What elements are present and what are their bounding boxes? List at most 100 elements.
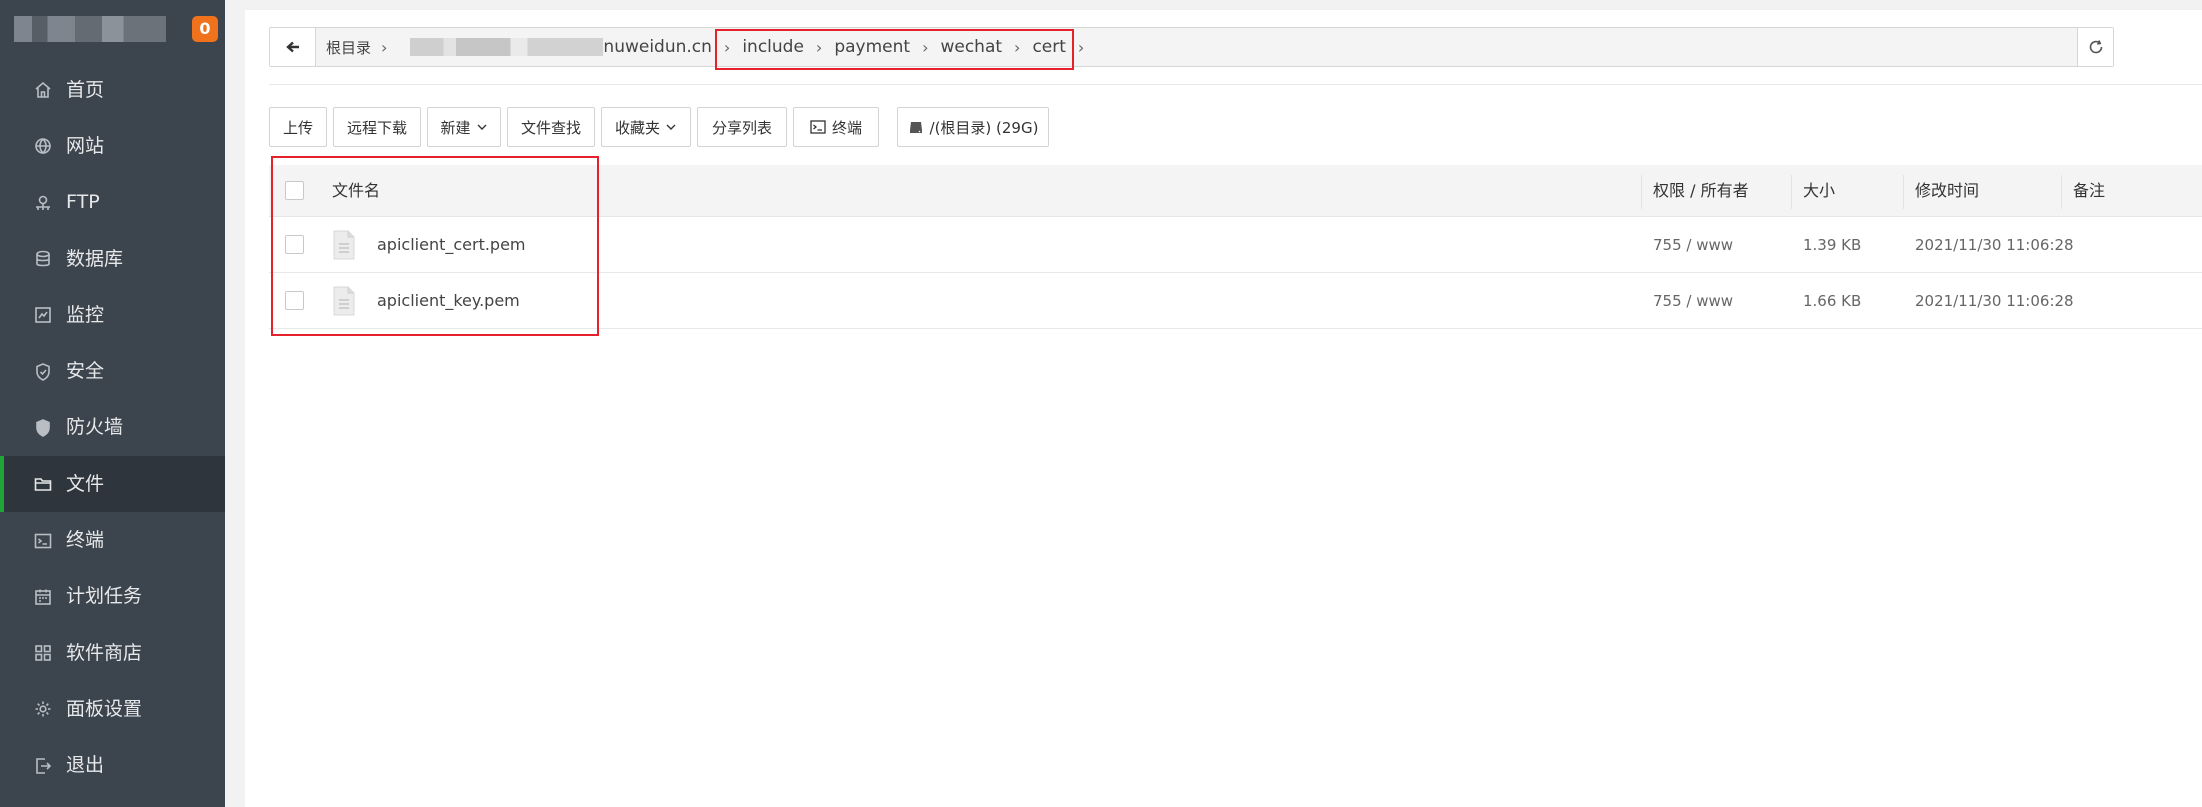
column-divider bbox=[1903, 175, 1904, 209]
breadcrumb-domain[interactable]: nuweidun.cn › bbox=[603, 28, 742, 66]
terminal-button[interactable]: 终端 bbox=[793, 107, 879, 147]
sidebar-item-database[interactable]: 数据库 bbox=[0, 231, 225, 287]
favorites-dropdown-button[interactable]: 收藏夹 bbox=[601, 107, 691, 147]
new-dropdown-button[interactable]: 新建 bbox=[427, 107, 501, 147]
server-name-redacted bbox=[14, 16, 166, 42]
sidebar-item-panel-settings[interactable]: 面板设置 bbox=[0, 681, 225, 737]
table-row[interactable]: apiclient_cert.pem 755 / www 1.39 KB 202… bbox=[269, 217, 2202, 273]
terminal-label: 终端 bbox=[831, 118, 862, 137]
chevron-right-icon: › bbox=[922, 37, 929, 57]
sidebar-item-website[interactable]: 网站 bbox=[0, 118, 225, 174]
column-divider bbox=[2061, 175, 2062, 209]
table-header: 文件名 权限 / 所有者 大小 修改时间 备注 bbox=[269, 165, 2202, 217]
ftp-icon bbox=[32, 192, 54, 214]
file-name[interactable]: apiclient_cert.pem bbox=[377, 217, 526, 273]
breadcrumb-include[interactable]: include › bbox=[742, 28, 834, 66]
path-bar[interactable]: 根目录 › nuweidun.cn › include › payment › … bbox=[269, 27, 2114, 67]
sidebar-item-monitor[interactable]: 监控 bbox=[0, 287, 225, 343]
sidebar-item-cron[interactable]: 计划任务 bbox=[0, 569, 225, 625]
sidebar: 0 首页 网站 FTP 数据库 监控 安全 防火墙 文件 终端 计划任务 软件商… bbox=[0, 0, 225, 807]
breadcrumb-cert[interactable]: cert › bbox=[1032, 28, 1096, 66]
share-list-label: 分享列表 bbox=[711, 118, 772, 137]
folder-icon bbox=[32, 473, 54, 495]
file-permission[interactable]: 755 / www bbox=[1653, 217, 1733, 273]
sidebar-item-label: 文件 bbox=[66, 472, 105, 495]
row-checkbox[interactable] bbox=[285, 291, 304, 310]
sidebar-item-label: 网站 bbox=[66, 134, 105, 157]
disk-button[interactable]: /(根目录) (29G) bbox=[897, 107, 1049, 147]
share-list-button[interactable]: 分享列表 bbox=[697, 107, 787, 147]
terminal-icon bbox=[32, 530, 54, 552]
breadcrumb-payment[interactable]: payment › bbox=[834, 28, 940, 66]
select-all-checkbox[interactable] bbox=[285, 181, 304, 200]
file-mtime: 2021/11/30 11:06:28 bbox=[1915, 292, 2074, 310]
breadcrumb-domain-label: nuweidun.cn bbox=[603, 37, 712, 57]
sidebar-item-files[interactable]: 文件 bbox=[0, 456, 225, 513]
sidebar-item-home[interactable]: 首页 bbox=[0, 62, 225, 118]
column-header-remark[interactable]: 备注 bbox=[2073, 165, 2105, 217]
chevron-right-icon: › bbox=[381, 37, 388, 57]
file-manager: 根目录 › nuweidun.cn › include › payment › … bbox=[245, 10, 2202, 807]
breadcrumb: 根目录 › nuweidun.cn › include › payment › … bbox=[316, 28, 1096, 66]
row-checkbox[interactable] bbox=[285, 235, 304, 254]
breadcrumb-wechat[interactable]: wechat › bbox=[940, 28, 1032, 66]
database-icon bbox=[32, 248, 54, 270]
breadcrumb-root[interactable]: 根目录 › bbox=[316, 28, 391, 66]
remote-download-button[interactable]: 远程下载 bbox=[333, 107, 421, 147]
sidebar-item-app-store[interactable]: 软件商店 bbox=[0, 625, 225, 681]
table-row[interactable]: apiclient_key.pem 755 / www 1.66 KB 2021… bbox=[269, 273, 2202, 329]
column-divider bbox=[1791, 175, 1792, 209]
apps-icon bbox=[32, 642, 54, 664]
sidebar-item-terminal[interactable]: 终端 bbox=[0, 512, 225, 568]
terminal-icon bbox=[810, 120, 826, 134]
remote-download-label: 远程下载 bbox=[346, 118, 407, 137]
file-icon bbox=[333, 286, 355, 316]
sidebar-item-label: 安全 bbox=[66, 360, 105, 383]
column-header-name[interactable]: 文件名 bbox=[332, 165, 380, 217]
sidebar-item-firewall[interactable]: 防火墙 bbox=[0, 400, 225, 456]
breadcrumb-segment-label: wechat bbox=[940, 37, 1003, 57]
file-name[interactable]: apiclient_key.pem bbox=[377, 273, 520, 329]
sidebar-menu: 首页 网站 FTP 数据库 监控 安全 防火墙 文件 终端 计划任务 软件商店 … bbox=[0, 62, 225, 794]
chevron-down-icon bbox=[477, 124, 486, 130]
file-icon bbox=[333, 230, 355, 260]
column-header-size[interactable]: 大小 bbox=[1803, 165, 1835, 217]
disk-label: /(根目录) (29G) bbox=[929, 118, 1039, 137]
upload-button[interactable]: 上传 bbox=[269, 107, 327, 147]
sidebar-item-label: 终端 bbox=[66, 529, 105, 552]
home-icon bbox=[32, 79, 54, 101]
sidebar-item-label: 监控 bbox=[66, 303, 105, 326]
sidebar-item-label: 面板设置 bbox=[66, 697, 143, 720]
sidebar-item-label: 计划任务 bbox=[66, 585, 143, 608]
sidebar-item-label: FTP bbox=[66, 191, 100, 214]
sidebar-item-label: 软件商店 bbox=[66, 641, 143, 664]
shield-icon bbox=[32, 361, 54, 383]
sidebar-header: 0 bbox=[0, 0, 225, 56]
file-search-label: 文件查找 bbox=[520, 118, 581, 137]
column-header-permission[interactable]: 权限 / 所有者 bbox=[1653, 165, 1749, 217]
globe-icon bbox=[32, 135, 54, 157]
sidebar-item-label: 防火墙 bbox=[66, 416, 124, 439]
sidebar-item-label: 首页 bbox=[66, 78, 105, 101]
sidebar-item-label: 退出 bbox=[66, 754, 105, 777]
upload-label: 上传 bbox=[282, 118, 313, 137]
new-label: 新建 bbox=[440, 118, 471, 137]
favorites-label: 收藏夹 bbox=[614, 118, 660, 137]
sidebar-item-security[interactable]: 安全 bbox=[0, 343, 225, 399]
chevron-right-icon: › bbox=[723, 37, 731, 57]
chevron-right-icon: › bbox=[815, 37, 823, 57]
file-size: 1.39 KB bbox=[1803, 236, 1862, 254]
notification-badge[interactable]: 0 bbox=[192, 16, 218, 42]
back-button[interactable] bbox=[270, 28, 316, 66]
file-permission[interactable]: 755 / www bbox=[1653, 273, 1733, 329]
file-search-button[interactable]: 文件查找 bbox=[507, 107, 595, 147]
column-divider bbox=[1641, 175, 1642, 209]
breadcrumb-segment-label: include bbox=[742, 37, 804, 57]
disk-icon bbox=[909, 122, 922, 133]
sidebar-item-logout[interactable]: 退出 bbox=[0, 738, 225, 794]
refresh-icon bbox=[2089, 40, 2102, 54]
chevron-down-icon bbox=[666, 124, 676, 130]
refresh-button[interactable] bbox=[2077, 28, 2113, 66]
column-header-mtime[interactable]: 修改时间 bbox=[1915, 165, 1979, 217]
sidebar-item-ftp[interactable]: FTP bbox=[0, 175, 225, 231]
